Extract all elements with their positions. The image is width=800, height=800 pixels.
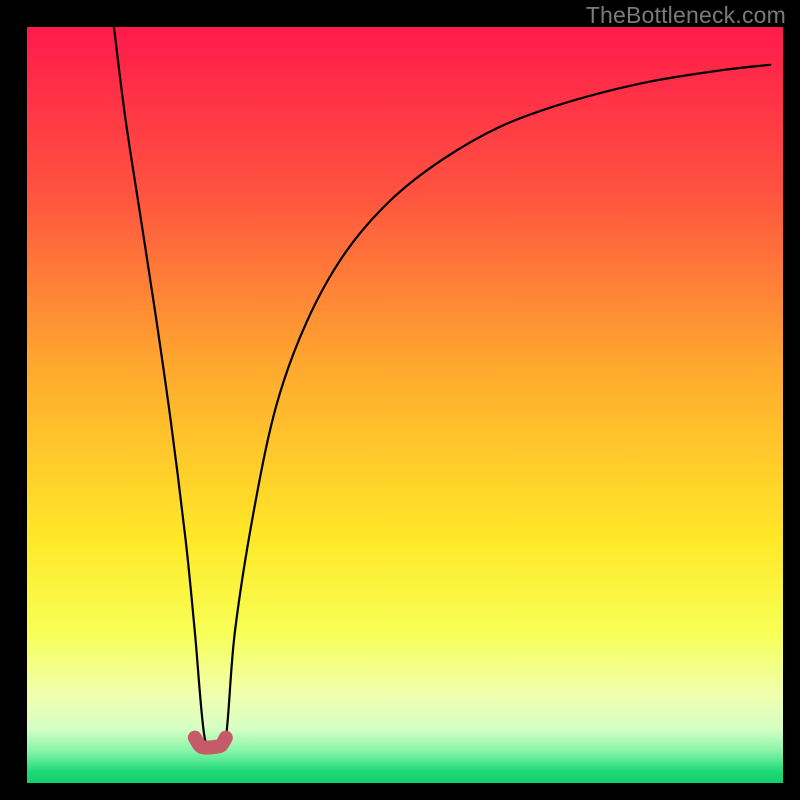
plot-background bbox=[27, 27, 783, 783]
chart-container: TheBottleneck.com bbox=[0, 0, 800, 800]
watermark-text: TheBottleneck.com bbox=[586, 2, 786, 29]
bottleneck-chart bbox=[0, 0, 800, 800]
